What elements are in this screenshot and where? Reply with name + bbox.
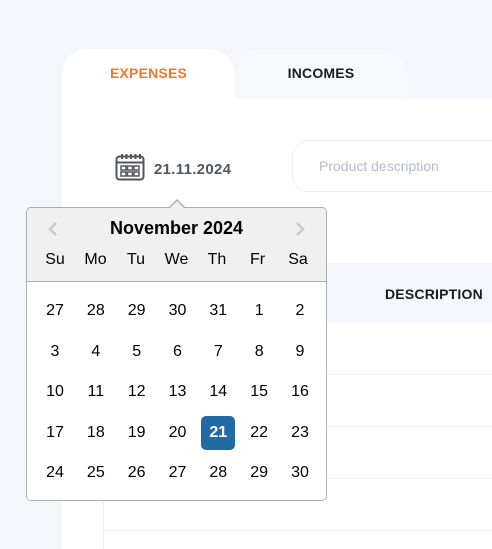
calendar-day[interactable]: 4 (79, 335, 113, 369)
weekday-label: Sa (288, 251, 308, 268)
calendar-day[interactable]: 27 (38, 294, 72, 328)
calendar-day[interactable]: 2 (283, 294, 317, 328)
row-divider (104, 530, 492, 531)
calendar-day[interactable]: 9 (283, 335, 317, 369)
calendar-header: November 2024 Su Mo Tu We Th Fr Sa (27, 208, 326, 282)
weekday-label: Th (207, 251, 227, 268)
calendar-day[interactable]: 5 (120, 335, 154, 369)
selected-date-text: 21.11.2024 (154, 161, 232, 178)
calendar-week: 10 11 12 13 14 15 16 (35, 372, 320, 413)
calendar-day[interactable]: 22 (242, 416, 276, 450)
calendar-week: 27 28 29 30 31 1 2 (35, 291, 320, 332)
weekday-label: Fr (249, 251, 266, 268)
date-picker-popup: November 2024 Su Mo Tu We Th Fr Sa 27 28… (26, 199, 327, 501)
tab-incomes[interactable]: INCOMES (235, 49, 407, 99)
calendar-day[interactable]: 12 (120, 375, 154, 409)
tab-expenses[interactable]: EXPENSES (62, 49, 235, 99)
calendar-day[interactable]: 28 (201, 456, 235, 490)
calendar-day[interactable]: 26 (120, 456, 154, 490)
calendar-day[interactable]: 29 (120, 294, 154, 328)
next-month-button[interactable] (290, 219, 310, 239)
weekday-row: Su Mo Tu We Th Fr Sa (35, 251, 318, 269)
weekday-label: Tu (126, 251, 146, 268)
weekday-label: Su (45, 251, 65, 268)
calendar-day[interactable]: 28 (79, 294, 113, 328)
calendar-day[interactable]: 20 (160, 416, 194, 450)
calendar-day-selected[interactable]: 21 (201, 415, 236, 450)
calendar-day[interactable]: 30 (283, 456, 317, 490)
calendar-day[interactable]: 18 (79, 416, 113, 450)
calendar-icon (115, 153, 145, 186)
calendar-day[interactable]: 14 (201, 375, 235, 409)
calendar-week: 24 25 26 27 28 29 30 (35, 453, 320, 494)
calendar-day[interactable]: 29 (242, 456, 276, 490)
calendar-day[interactable]: 30 (160, 294, 194, 328)
calendar-day[interactable]: 7 (201, 335, 235, 369)
calendar-day[interactable]: 23 (283, 416, 317, 450)
calendar-day[interactable]: 13 (160, 375, 194, 409)
column-header-description: DESCRIPTION (385, 286, 483, 302)
product-description-input[interactable] (292, 140, 492, 192)
calendar-day[interactable]: 24 (38, 456, 72, 490)
calendar-week: 17 18 19 20 21 22 23 (35, 413, 320, 454)
calendar-day[interactable]: 6 (160, 335, 194, 369)
calendar-day[interactable]: 25 (79, 456, 113, 490)
weekday-label: Mo (84, 251, 107, 268)
calendar-day[interactable]: 1 (242, 294, 276, 328)
calendar-week: 3 4 5 6 7 8 9 (35, 332, 320, 373)
calendar-day[interactable]: 15 (242, 375, 276, 409)
calendar-day[interactable]: 10 (38, 375, 72, 409)
calendar-day[interactable]: 11 (79, 375, 113, 409)
date-picker-trigger[interactable]: 21.11.2024 (115, 153, 231, 186)
calendar-day[interactable]: 3 (38, 335, 72, 369)
calendar-day[interactable]: 31 (201, 294, 235, 328)
calendar-day[interactable]: 27 (160, 456, 194, 490)
page: EXPENSES INCOMES 21.11.2024 DESC (0, 0, 492, 549)
calendar-month-title: November 2024 (109, 218, 244, 238)
calendar-days-grid: 27 28 29 30 31 1 2 3 4 5 6 7 8 9 10 11 1… (35, 291, 320, 494)
calendar-day[interactable]: 19 (120, 416, 154, 450)
calendar-day[interactable]: 8 (242, 335, 276, 369)
calendar-day[interactable]: 17 (38, 416, 72, 450)
chevron-right-icon (296, 222, 305, 236)
calendar-day[interactable]: 16 (283, 375, 317, 409)
weekday-label: We (164, 251, 189, 268)
